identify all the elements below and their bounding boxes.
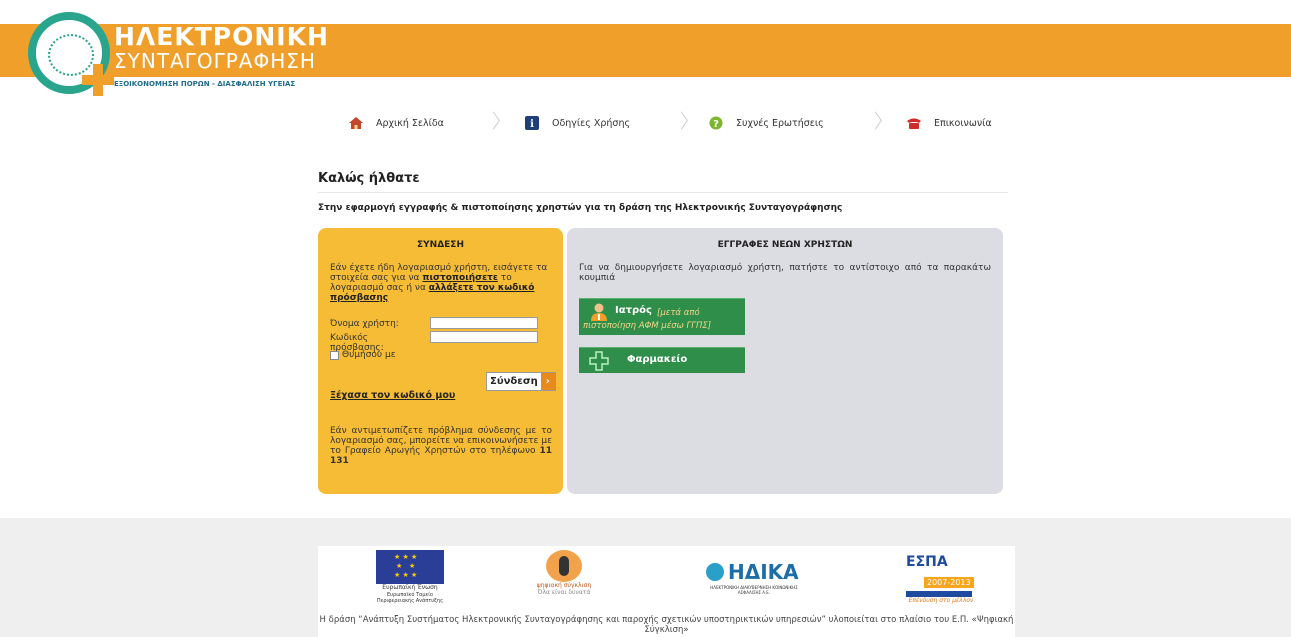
nav-item-home[interactable]: Αρχική Σελίδα bbox=[348, 112, 444, 134]
divider bbox=[318, 192, 1008, 193]
password-input[interactable] bbox=[430, 331, 538, 343]
main-nav: Αρχική Σελίδα i Οδηγίες Χρήσης ? Συχνές … bbox=[340, 112, 1020, 134]
arrow-right-icon: › bbox=[540, 373, 555, 390]
nav-item-contact[interactable]: Επικοινωνία bbox=[906, 112, 992, 134]
register-doctor-button[interactable]: Ιατρός [μετά από πιστοποίηση ΑΦΜ μέσω ΓΓ… bbox=[579, 298, 745, 335]
idika-subcaption: ΗΛΕΚΤΡΟΝΙΚΗ ΔΙΑΚΥΒΕΡΝΗΣΗ ΚΟΙΝΩΝΙΚΗΣ ΑΣΦΑ… bbox=[710, 585, 798, 595]
logo-plus-icon bbox=[82, 64, 114, 96]
espa-subcaption: Επένδυση στο μέλλον bbox=[908, 597, 974, 604]
login-button-label: Σύνδεση bbox=[490, 376, 538, 387]
register-description: Για να δημιουργήσετε λογαριασμό χρήστη, … bbox=[579, 263, 991, 283]
help-icon: ? bbox=[708, 115, 724, 131]
idika-brand-text: ΗΔΙΚΑ bbox=[728, 560, 799, 584]
logo-title-line2: ΣΥΝΤΑΓΟΓΡΑΦΗΣΗ bbox=[114, 49, 316, 73]
footer-note: Η δράση “Ανάπτυξη Συστήματος Ηλεκτρονική… bbox=[319, 615, 1014, 635]
nav-item-faq[interactable]: ? Συχνές Ερωτήσεις bbox=[708, 112, 824, 134]
espa-brand: ΕΣΠΑ bbox=[906, 554, 948, 570]
idika-logo: ΗΔΙΚΑ ΗΛΕΚΤΡΟΝΙΚΗ ΔΙΑΚΥΒΕΡΝΗΣΗ ΚΟΙΝΩΝΙΚΗ… bbox=[706, 560, 802, 595]
espa-years: 2007-2013 bbox=[924, 577, 974, 588]
logo-tagline: ΕΞΟΙΚΟΝΟΜΗΣΗ ΠΟΡΩΝ - ΔΙΑΣΦΑΛΙΣΗ ΥΓΕΙΑΣ bbox=[114, 80, 296, 88]
digital-convergence-logo: ψηφιακή σύγκλιση Όλα είναι δυνατά bbox=[536, 550, 592, 600]
nav-item-contact-label: Επικοινωνία bbox=[934, 117, 992, 129]
nav-separator bbox=[870, 112, 880, 134]
eu-flag-icon bbox=[376, 550, 444, 584]
info-icon: i bbox=[524, 115, 540, 131]
home-icon bbox=[348, 115, 364, 131]
username-row: Όνομα χρήστη: bbox=[330, 317, 551, 331]
username-input[interactable] bbox=[430, 317, 538, 329]
ds-subcaption: Όλα είναι δυνατά bbox=[537, 589, 591, 596]
register-heading: ΕΓΓΡΑΦΕΣ ΝΕΩΝ ΧΡΗΣΤΩΝ bbox=[717, 240, 853, 250]
nav-separator bbox=[676, 112, 686, 134]
password-row: Κωδικός πρόσβασης: bbox=[330, 331, 551, 353]
digital-convergence-icon bbox=[546, 550, 582, 582]
eu-logo: Ευρωπαϊκή Ένωση Ευρωπαϊκό Ταμείο Περιφερ… bbox=[376, 550, 444, 604]
username-label: Όνομα χρήστη: bbox=[330, 319, 399, 329]
svg-text:?: ? bbox=[713, 119, 719, 130]
site-logo[interactable]: ΗΛΕΚΤΡΟΝΙΚΗ ΣΥΝΤΑΓΟΓΡΑΦΗΣΗ ΕΞΟΙΚΟΝΟΜΗΣΗ … bbox=[28, 10, 328, 102]
register-pharmacy-button[interactable]: Φαρμακείο bbox=[579, 347, 745, 373]
register-panel: ΕΓΓΡΑΦΕΣ ΝΕΩΝ ΧΡΗΣΤΩΝ Για να δημιουργήσε… bbox=[567, 228, 1003, 494]
support-text: Εάν αντιμετωπίζετε πρόβλημα σύνδεσης με … bbox=[330, 426, 552, 466]
page-subtitle: Στην εφαρμογή εγγραφής & πιστοποίησης χρ… bbox=[318, 203, 843, 213]
nav-item-home-label: Αρχική Σελίδα bbox=[376, 117, 444, 129]
phone-icon bbox=[906, 115, 922, 131]
login-button[interactable]: Σύνδεση › bbox=[486, 372, 556, 391]
login-form: Όνομα χρήστη: Κωδικός πρόσβασης: Θυμήσου… bbox=[330, 317, 551, 367]
login-panel: ΣΥΝΔΕΣΗ Εάν έχετε ήδη λογαριασμό χρήστη,… bbox=[318, 228, 563, 494]
nav-item-faq-label: Συχνές Ερωτήσεις bbox=[736, 117, 824, 129]
idika-brand: ΗΔΙΚΑ bbox=[706, 560, 802, 584]
svg-text:i: i bbox=[530, 119, 534, 130]
nav-item-instructions-label: Οδηγίες Χρήσης bbox=[552, 117, 631, 129]
espa-logo: ΕΣΠΑ 2007-2013 Επένδυση στο μέλλον bbox=[906, 554, 976, 604]
remember-me[interactable]: Θυμήσου με bbox=[330, 350, 396, 360]
logo-title-line1: ΗΛΕΚΤΡΟΝΙΚΗ bbox=[114, 22, 329, 51]
nav-separator bbox=[488, 112, 498, 134]
remember-checkbox[interactable] bbox=[330, 350, 339, 360]
pharmacy-label: Φαρμακείο bbox=[627, 354, 688, 365]
footer-sponsors: Ευρωπαϊκή Ένωση Ευρωπαϊκό Ταμείο Περιφερ… bbox=[318, 546, 1015, 637]
idika-logo-icon bbox=[706, 563, 724, 581]
eu-caption: Ευρωπαϊκή Ένωση bbox=[382, 584, 438, 591]
eu-subcaption: Ευρωπαϊκό Ταμείο Περιφερειακής Ανάπτυξης bbox=[376, 592, 444, 604]
doctor-note: [μετά από πιστοποίηση ΑΦΜ μέσω ΓΓΠΣ] bbox=[583, 308, 712, 331]
footer: Ευρωπαϊκή Ένωση Ευρωπαϊκό Ταμείο Περιφερ… bbox=[0, 518, 1291, 637]
nav-item-instructions[interactable]: i Οδηγίες Χρήσης bbox=[524, 112, 630, 134]
login-intro: Εάν έχετε ήδη λογαριασμό χρήστη, εισάγετ… bbox=[330, 263, 551, 303]
login-heading: ΣΥΝΔΕΣΗ bbox=[417, 240, 464, 250]
certify-link[interactable]: πιστοποιήσετε bbox=[422, 273, 498, 283]
forgot-password-link[interactable]: Ξέχασα τον κωδικό μου bbox=[330, 391, 455, 401]
support-text-body: Εάν αντιμετωπίζετε πρόβλημα σύνδεσης με … bbox=[330, 426, 552, 456]
remember-label: Θυμήσου με bbox=[342, 350, 396, 360]
page-title: Καλώς ήλθατε bbox=[318, 171, 420, 186]
pharmacy-cross-icon bbox=[589, 351, 609, 371]
